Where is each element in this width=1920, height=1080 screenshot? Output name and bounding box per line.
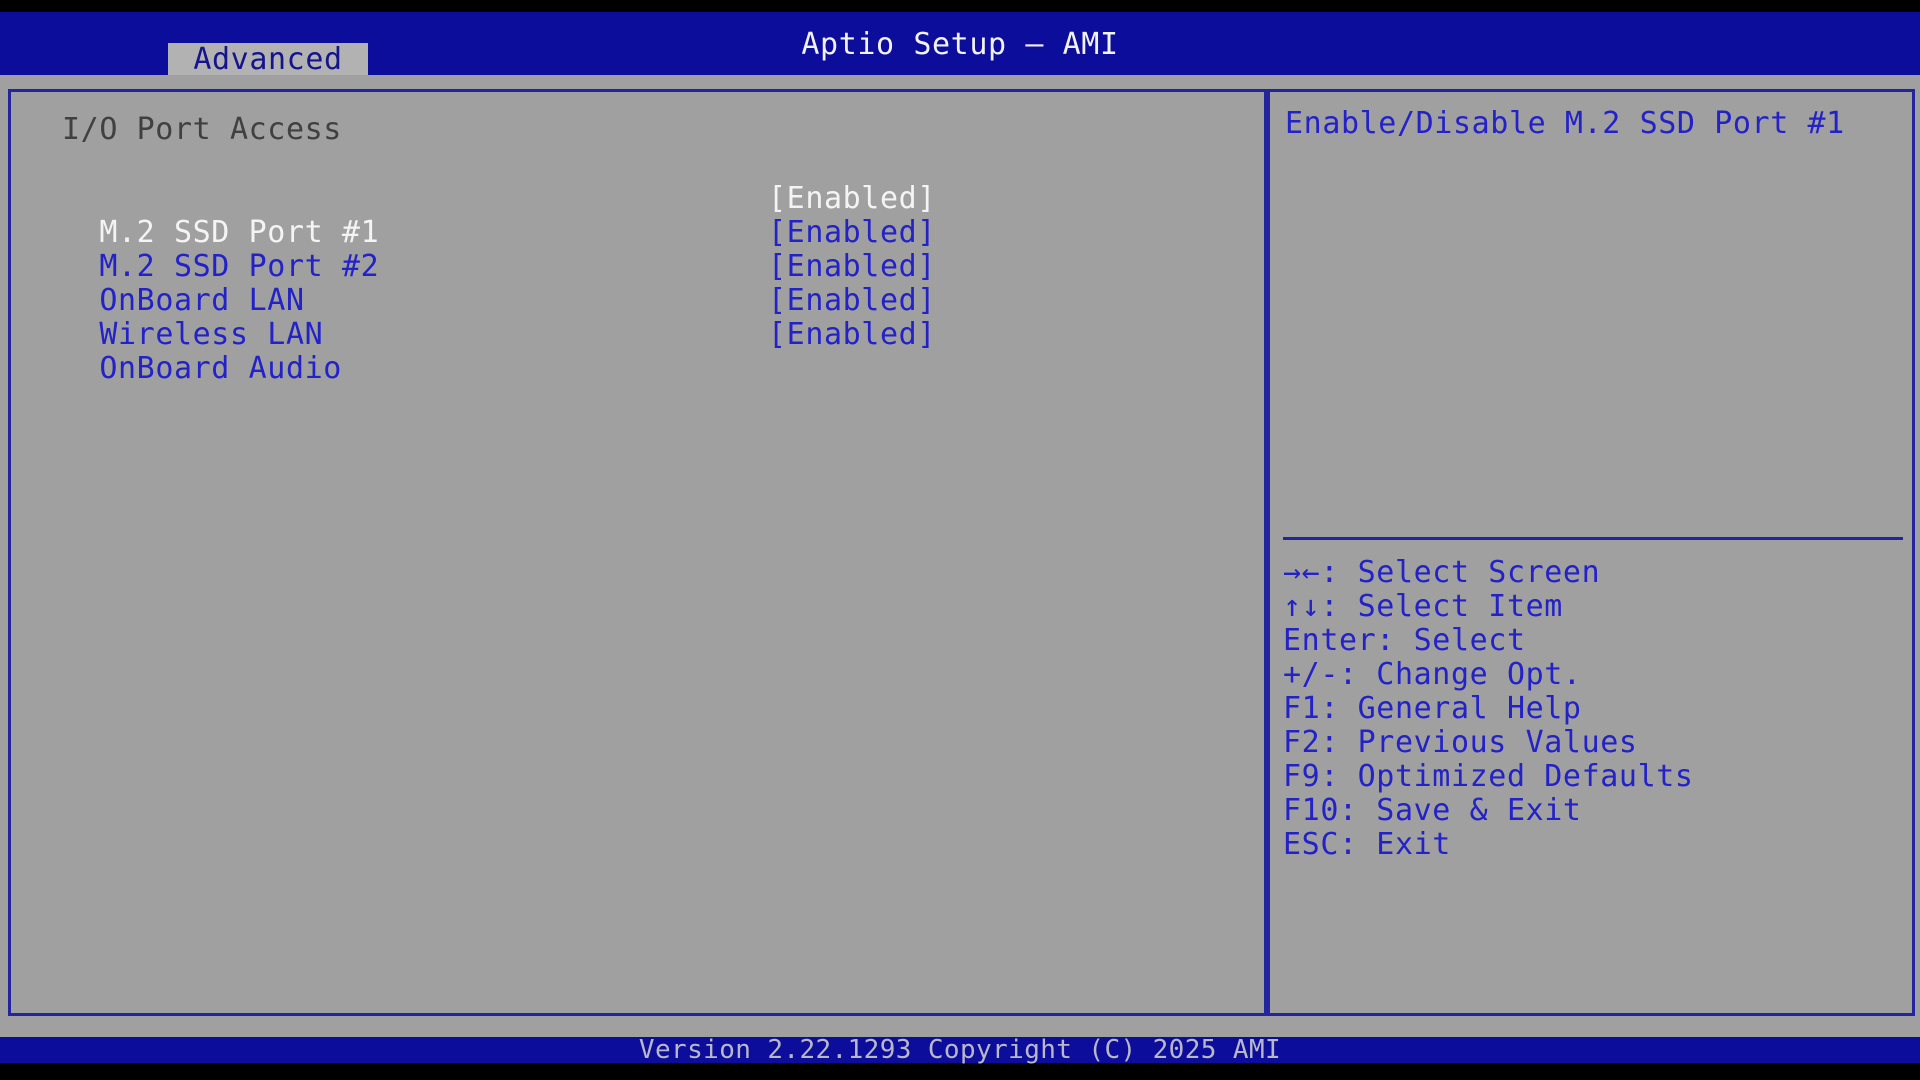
help-description: Enable/Disable M.2 SSD Port #1 [1285,106,1845,141]
tab-advanced-label: Advanced [193,41,343,77]
menu-item-value[interactable]: [Enabled] [768,250,936,284]
hotkey-select-item: ↑↓: Select Item [1283,589,1563,624]
version-bar: Version 2.22.1293 Copyright (C) 2025 AMI [0,1035,1920,1065]
version-text: Version 2.22.1293 Copyright (C) 2025 AMI [638,1035,1282,1065]
menu-item-value[interactable]: [Enabled] [768,284,936,318]
menu-item-wireless-lan[interactable]: Wireless LAN [Enabled] [62,284,1242,352]
menu-item-onboard-lan[interactable]: OnBoard LAN [Enabled] [62,250,1242,318]
hotkey-select-screen: →←: Select Screen [1283,555,1601,590]
help-divider [1283,537,1903,540]
hotkey-change-opt: +/-: Change Opt. [1283,657,1582,692]
menu-item-value[interactable]: [Enabled] [768,182,936,216]
menu-item-value[interactable]: [Enabled] [768,318,936,352]
menu-item-onboard-audio[interactable]: OnBoard Audio [Enabled] [62,318,1242,386]
hotkey-f9-optimized-defaults: F9: Optimized Defaults [1283,759,1694,794]
section-title: I/O Port Access [62,112,342,147]
hotkey-esc-exit: ESC: Exit [1283,827,1451,862]
menu-item-value[interactable]: [Enabled] [768,216,936,250]
hotkey-f2-previous-values: F2: Previous Values [1283,725,1638,760]
menu-item-m2-ssd-port-2[interactable]: M.2 SSD Port #2 [Enabled] [62,216,1242,284]
hotkey-f10-save-exit: F10: Save & Exit [1283,793,1582,828]
help-panel [1267,89,1915,1016]
hotkey-enter-select: Enter: Select [1283,623,1526,658]
title-bar: Aptio Setup – AMI Advanced [0,12,1920,77]
hotkey-f1-general-help: F1: General Help [1283,691,1582,726]
menu-item-m2-ssd-port-1[interactable]: M.2 SSD Port #1 [Enabled] [62,182,1242,250]
tab-advanced[interactable]: Advanced [168,41,368,77]
menu-item-label: OnBoard Audio [99,351,342,386]
